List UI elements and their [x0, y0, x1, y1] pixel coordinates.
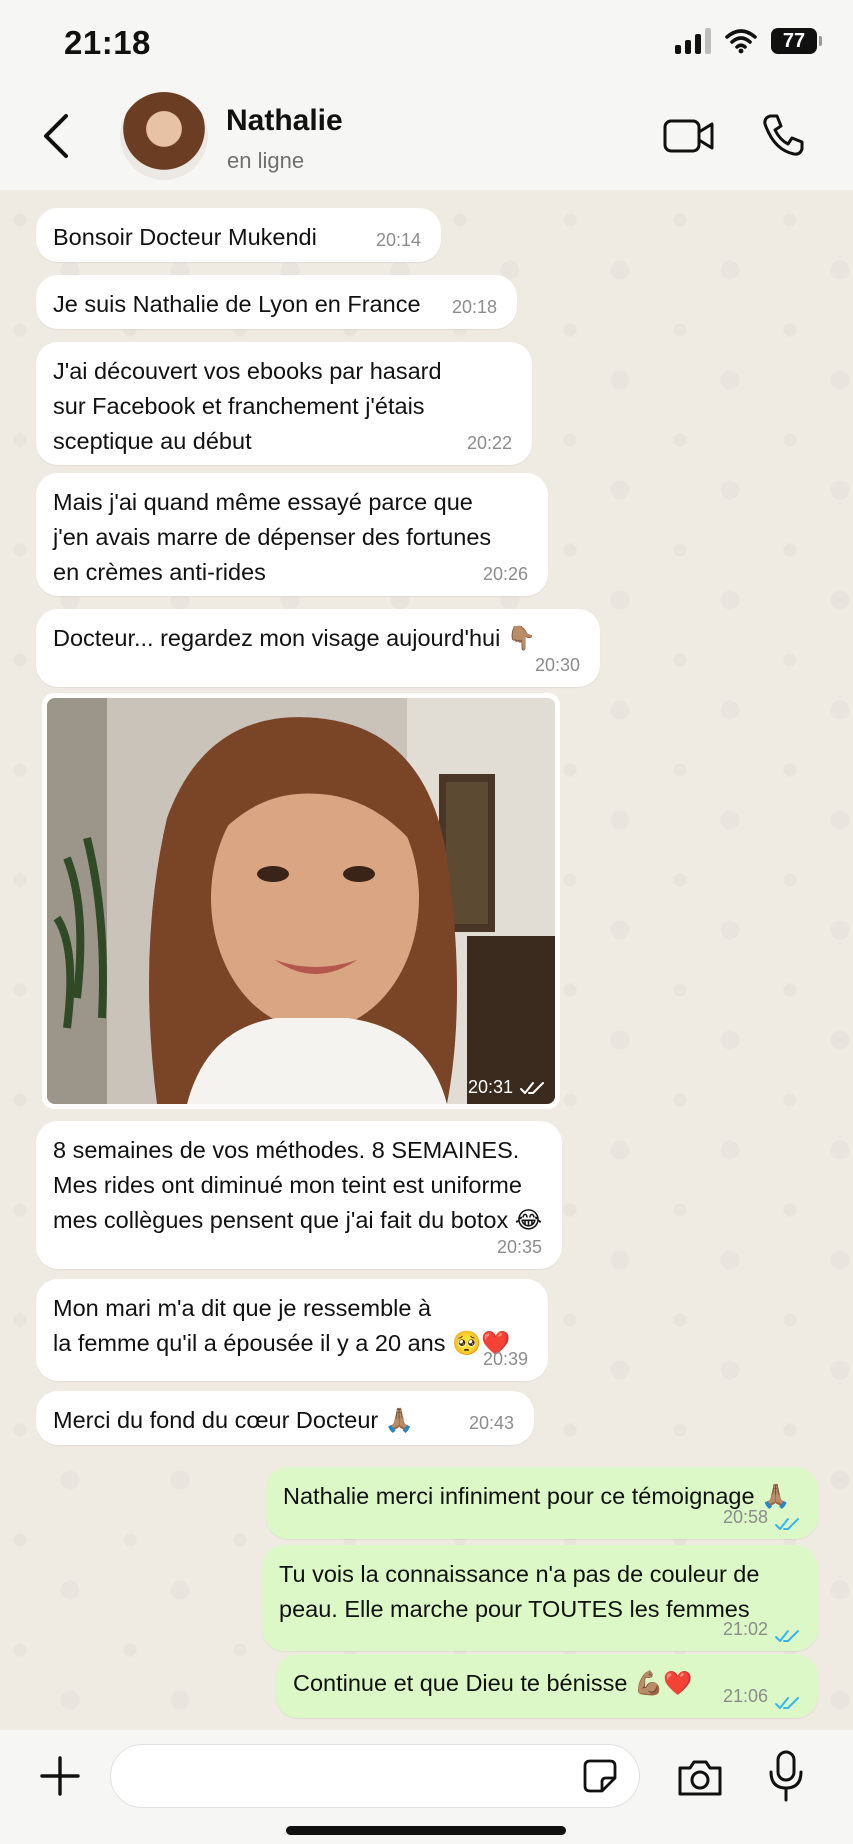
message-time: 21:06 — [722, 1686, 768, 1706]
message-text: Merci du fond du cœur Docteur 🙏🏽 — [53, 1407, 415, 1433]
message-time: 20:26 — [482, 564, 528, 584]
microphone-icon[interactable] — [768, 1750, 804, 1802]
signal-icon — [675, 28, 711, 54]
message-in[interactable]: 8 semaines de vos méthodes. 8 SEMAINES. … — [36, 1121, 562, 1269]
camera-icon[interactable] — [676, 1758, 724, 1798]
avatar[interactable] — [120, 92, 208, 180]
chat-area[interactable]: Bonsoir Docteur Mukendi 20:14 Je suis Na… — [0, 190, 853, 1730]
message-time: 20:31 — [467, 1077, 513, 1097]
message-in[interactable]: Merci du fond du cœur Docteur 🙏🏽 20:43 — [36, 1391, 534, 1445]
battery-icon: 77 — [771, 28, 822, 54]
status-time: 21:18 — [64, 24, 151, 61]
message-text: Mais j'ai quand même essayé parce que j'… — [53, 489, 492, 585]
double-check-icon — [775, 1630, 799, 1642]
message-time: 20:43 — [468, 1413, 514, 1433]
message-time: 20:18 — [451, 297, 497, 317]
message-in[interactable]: Je suis Nathalie de Lyon en France 20:18 — [36, 275, 517, 329]
sticker-icon[interactable] — [582, 1758, 618, 1794]
home-indicator[interactable] — [286, 1826, 566, 1835]
contact-name[interactable]: Nathalie — [226, 104, 343, 138]
status-bar: 21:18 77 — [0, 0, 853, 86]
status-icons: 77 — [675, 28, 822, 54]
message-input[interactable] — [110, 1744, 640, 1808]
contact-status: en ligne — [227, 148, 305, 173]
video-call-icon[interactable] — [662, 116, 716, 156]
back-arrow-icon[interactable] — [38, 110, 74, 162]
message-text: Je suis Nathalie de Lyon en France — [53, 291, 421, 317]
message-time: 20:35 — [496, 1237, 542, 1257]
portrait-illustration — [47, 698, 555, 1104]
shared-photo[interactable]: 20:31 — [47, 698, 555, 1104]
message-out[interactable]: Nathalie merci infiniment pour ce témoig… — [266, 1467, 818, 1539]
message-time: 20:58 — [722, 1507, 768, 1527]
double-check-icon — [520, 1082, 544, 1094]
message-text: Bonsoir Docteur Mukendi — [53, 224, 317, 250]
message-time: 20:14 — [375, 230, 421, 250]
image-message[interactable]: 20:31 — [42, 693, 560, 1109]
chat-header: Nathalie en ligne — [0, 86, 853, 190]
message-in[interactable]: Docteur... regardez mon visage aujourd'h… — [36, 609, 600, 687]
plus-icon[interactable] — [40, 1756, 80, 1796]
message-text: Docteur... regardez mon visage aujourd'h… — [53, 625, 537, 651]
message-text: J'ai découvert vos ebooks par hasard sur… — [53, 358, 442, 454]
wifi-icon — [725, 29, 757, 54]
message-time: 21:02 — [722, 1619, 768, 1639]
message-out[interactable]: Continue et que Dieu te bénisse 💪🏽❤️ 21:… — [276, 1654, 818, 1718]
double-check-icon — [775, 1697, 799, 1709]
message-time: 20:22 — [466, 433, 512, 453]
message-in[interactable]: J'ai découvert vos ebooks par hasard sur… — [36, 342, 532, 465]
message-in[interactable]: Bonsoir Docteur Mukendi 20:14 — [36, 208, 441, 262]
message-in[interactable]: Mon mari m'a dit que je ressemble à la f… — [36, 1279, 548, 1381]
message-time: 20:39 — [482, 1349, 528, 1369]
message-time: 20:30 — [534, 655, 580, 675]
message-in[interactable]: Mais j'ai quand même essayé parce que j'… — [36, 473, 548, 596]
message-out[interactable]: Tu vois la connaissance n'a pas de coule… — [262, 1545, 818, 1651]
message-text: Mon mari m'a dit que je ressemble à la f… — [53, 1295, 511, 1356]
message-text: 8 semaines de vos méthodes. 8 SEMAINES. … — [53, 1137, 543, 1233]
phone-icon[interactable] — [760, 112, 806, 158]
double-check-icon — [775, 1518, 799, 1530]
